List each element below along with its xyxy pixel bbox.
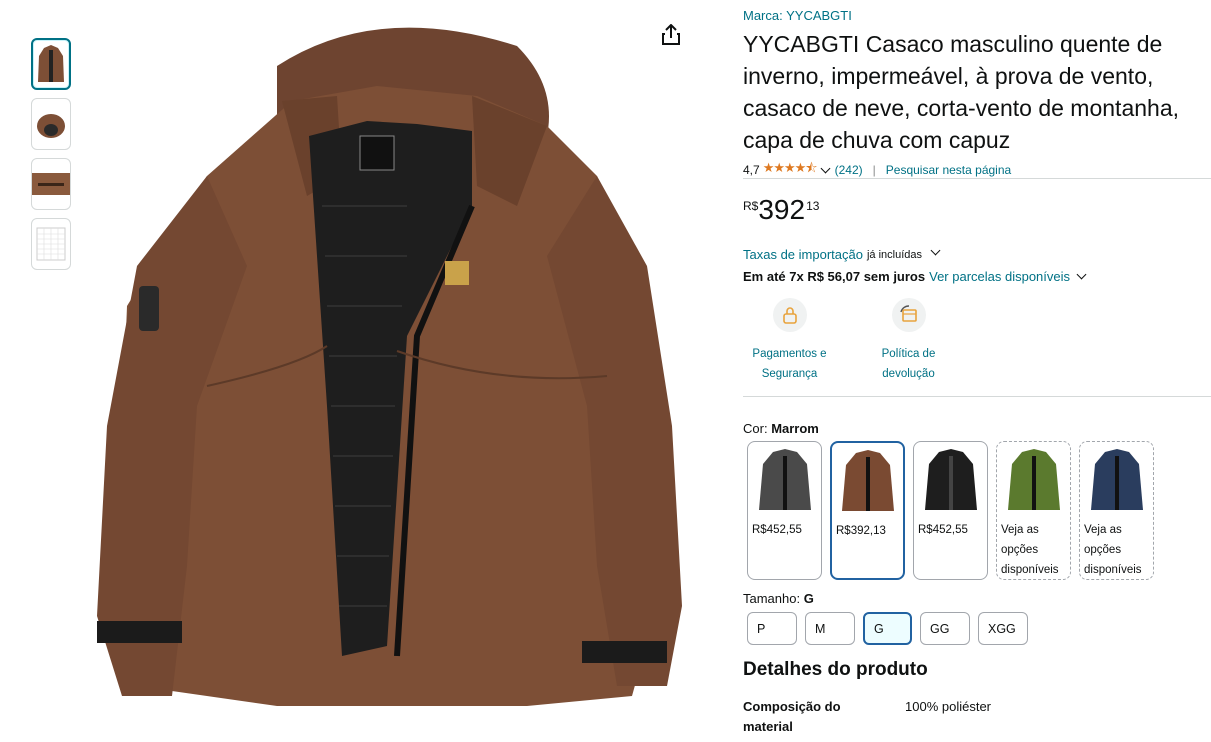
color-option-text-3: disponíveis — [1084, 564, 1142, 576]
jacket-image — [97, 27, 682, 706]
details-value: 100% poliéster — [905, 699, 991, 714]
installments: Em até 7x R$ 56,07 sem juros Ver parcela… — [743, 269, 1087, 284]
color-option-price: R$452,55 — [752, 524, 802, 536]
color-option-text-1: Veja as — [1084, 524, 1122, 536]
color-option-price: R$452,55 — [918, 524, 968, 536]
details-key: Composição do material — [743, 697, 905, 737]
feature-payments-label-1: Pagamentos e — [752, 348, 827, 360]
color-option-text-3: disponíveis — [1001, 564, 1059, 576]
hood-thumbnail-icon — [37, 114, 65, 138]
feature-returns-label-2: devolução — [882, 368, 935, 380]
price-fraction: 13 — [806, 199, 820, 213]
price-currency: R$ — [743, 199, 759, 213]
jacket-thumbnail-icon — [38, 45, 64, 82]
thumbnail-2[interactable] — [31, 98, 71, 150]
chevron-down-icon[interactable] — [930, 245, 941, 255]
size-label: Tamanho: G — [743, 591, 814, 606]
detail-thumbnail-icon — [32, 173, 70, 195]
size-option-m[interactable]: M — [805, 612, 855, 645]
search-page-link[interactable]: Pesquisar nesta página — [886, 163, 1011, 177]
details-row: Composição do material 100% poliéster — [743, 697, 991, 737]
feature-returns-label-1: Política de — [881, 348, 936, 360]
jacket-swatch-icon — [1007, 449, 1060, 510]
color-swatches: R$452,55 R$392,13 R$452,55 Veja as opçõe… — [747, 441, 1162, 580]
color-option-text-2: opções — [1084, 544, 1122, 556]
lock-icon — [772, 298, 807, 332]
size-selected: G — [803, 591, 814, 606]
import-fees: Taxas de importação já incluídas — [743, 245, 941, 262]
rating-value: 4,7 — [743, 163, 760, 177]
price-whole: 392 — [758, 194, 806, 225]
installments-link[interactable]: Ver parcelas disponíveis — [929, 269, 1070, 284]
chevron-down-icon[interactable] — [1076, 269, 1087, 280]
jacket-swatch-icon — [758, 449, 811, 510]
size-option-gg[interactable]: GG — [920, 612, 970, 645]
thumbnail-1[interactable] — [31, 38, 71, 90]
main-product-image[interactable] — [77, 6, 698, 706]
color-label-text: Cor: — [743, 421, 768, 436]
color-label: Cor: Marrom — [743, 421, 819, 436]
size-chart-thumbnail-icon — [36, 227, 66, 261]
color-option-black[interactable]: R$452,55 — [913, 441, 988, 580]
color-option-green[interactable]: Veja as opções disponíveis — [996, 441, 1071, 580]
thumbnail-3[interactable] — [31, 158, 71, 210]
import-fees-link[interactable]: Taxas de importação — [743, 247, 863, 262]
price: R$ 392 13 — [743, 194, 819, 226]
chevron-down-icon[interactable] — [820, 163, 831, 173]
thumbnail-list — [31, 38, 71, 278]
installments-text: Em até 7x R$ 56,07 sem juros — [743, 269, 926, 284]
color-option-gray[interactable]: R$452,55 — [747, 441, 822, 580]
color-option-price: R$392,13 — [836, 525, 886, 537]
import-fees-note: já incluídas — [866, 248, 922, 261]
separator: | — [872, 163, 876, 177]
size-options: P M G GG XGG — [747, 612, 1036, 645]
feature-payments[interactable]: Pagamentos e Segurança — [743, 298, 836, 384]
product-details-heading: Detalhes do produto — [743, 659, 928, 680]
color-option-text-1: Veja as — [1001, 524, 1039, 536]
color-selected: Marrom — [771, 421, 819, 436]
brand-link[interactable]: Marca: YYCABGTI — [743, 8, 852, 23]
feature-payments-label-2: Segurança — [761, 368, 818, 380]
size-option-p[interactable]: P — [747, 612, 797, 645]
feature-returns[interactable]: Política de devolução — [862, 298, 955, 384]
return-icon — [891, 298, 926, 332]
color-option-brown[interactable]: R$392,13 — [830, 441, 905, 580]
size-label-text: Tamanho: — [743, 591, 801, 606]
color-option-text-2: opções — [1001, 544, 1039, 556]
jacket-swatch-icon — [841, 450, 894, 511]
size-option-g[interactable]: G — [863, 612, 912, 645]
product-title: YYCABGTI Casaco masculino quente de inve… — [743, 31, 1180, 153]
divider — [743, 396, 1211, 397]
color-option-navy[interactable]: Veja as opções disponíveis — [1079, 441, 1154, 580]
divider — [743, 178, 1211, 179]
jacket-swatch-icon — [924, 449, 977, 510]
thumbnail-4[interactable] — [31, 218, 71, 270]
jacket-swatch-icon — [1090, 449, 1143, 510]
share-icon — [662, 24, 680, 45]
share-button[interactable] — [650, 16, 692, 54]
details-key-line-2: material — [743, 719, 793, 734]
size-option-xgg[interactable]: XGG — [978, 612, 1028, 645]
feature-icons: Pagamentos e Segurança Política de devol… — [743, 298, 981, 384]
review-count-link[interactable]: (242) — [835, 163, 863, 177]
details-key-line-1: Composição do — [743, 699, 841, 714]
